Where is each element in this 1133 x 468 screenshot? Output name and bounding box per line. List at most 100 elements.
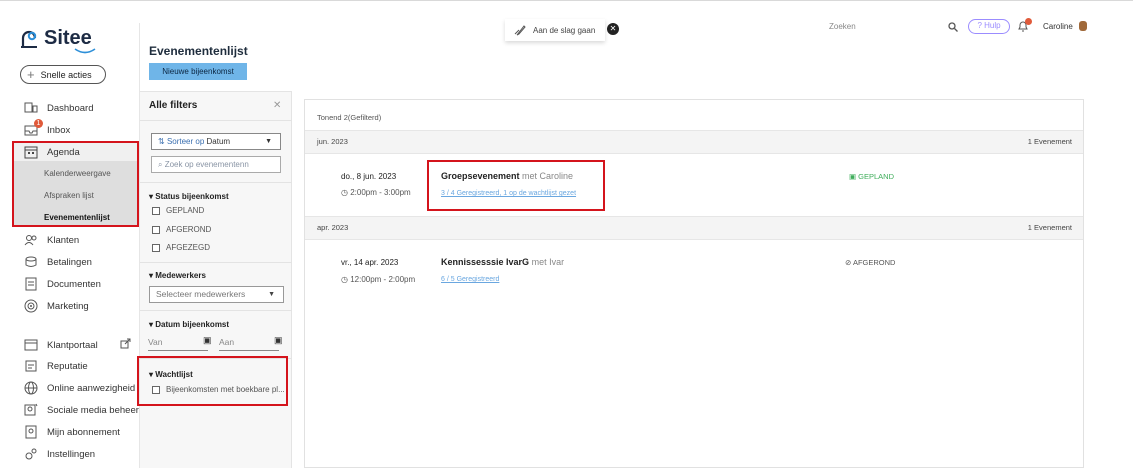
sidebar-item-client-portal[interactable]: Klantportaal <box>24 338 98 352</box>
event-time-label: 2:00pm - 3:00pm <box>350 188 411 197</box>
search-icon[interactable] <box>948 22 958 32</box>
external-link-icon[interactable] <box>120 338 131 349</box>
chevron-down-icon: ▼ <box>268 291 275 298</box>
highlight-agenda <box>12 141 139 227</box>
status-label: AFGEROND <box>852 258 896 267</box>
date-title-label: Datum bijeenkomst <box>155 320 230 329</box>
subscription-icon <box>25 425 37 439</box>
sidebar-item-marketing[interactable]: Marketing <box>24 299 89 313</box>
target-icon <box>24 299 38 313</box>
onboarding-button[interactable]: Aan de slag gaan <box>505 19 605 41</box>
logo-smile-icon <box>74 48 96 54</box>
status-checkbox-completed[interactable]: AFGEROND <box>152 225 211 234</box>
new-meeting-button[interactable]: Nieuwe bijeenkomst <box>149 63 247 80</box>
checkbox-label: AFGEZEGD <box>166 243 211 252</box>
month-count: 1 Evenement <box>1027 137 1072 146</box>
logo[interactable]: Sitee <box>20 27 92 50</box>
divider <box>140 120 292 121</box>
highlight-event <box>427 160 605 211</box>
divider <box>140 310 292 311</box>
event-time-label: 12:00pm - 2:00pm <box>350 275 416 284</box>
sidebar-item-label: Sociale media beheer <box>47 404 139 416</box>
calendar-icon[interactable]: ▣ <box>274 335 283 346</box>
employees-select[interactable]: Selecteer medewerkers ▼ <box>149 286 284 303</box>
employees-filter-title[interactable]: ▾ Medewerkers <box>149 271 206 280</box>
event-search-input[interactable]: ⌕ Zoek op evenementenn <box>151 156 281 173</box>
sidebar-item-inbox[interactable]: Inbox <box>24 123 70 137</box>
sidebar-item-social-media[interactable]: Sociale media beheer <box>24 403 139 417</box>
checkbox[interactable] <box>152 225 160 234</box>
sidebar-item-dashboard[interactable]: Dashboard <box>24 101 93 115</box>
checkbox-label: AFGEROND <box>166 225 212 234</box>
event-date: do., 8 jun. 2023 <box>341 172 397 181</box>
clock-icon: ◷ <box>341 188 351 197</box>
month-label: jun. 2023 <box>317 137 348 146</box>
sidebar-item-online-presence[interactable]: Online aanwezigheid <box>24 381 135 395</box>
portal-icon <box>24 339 38 351</box>
sidebar-item-label: Betalingen <box>47 256 92 268</box>
event-search-placeholder: Zoek op evenementenn <box>164 160 249 169</box>
status-filter-title[interactable]: ▾ Status bijeenkomst <box>149 192 229 201</box>
highlight-waitlist <box>137 356 288 406</box>
date-from-input[interactable]: Van <box>148 337 208 351</box>
users-icon <box>24 235 37 246</box>
sidebar-item-reputation[interactable]: Reputatie <box>24 359 88 373</box>
status-label: GEPLAND <box>858 172 895 181</box>
month-count: 1 Evenement <box>1027 223 1072 232</box>
sidebar-item-label: Instellingen <box>47 448 96 460</box>
filters-title: Alle filters <box>149 100 198 111</box>
sidebar-item-settings[interactable]: Instellingen <box>24 447 95 461</box>
reputation-icon <box>25 360 37 372</box>
month-label: apr. 2023 <box>317 223 349 232</box>
check-circle-icon: ⊘ <box>845 258 853 267</box>
sidebar: Sitee + Snelle acties Dashboard Inbox 1 … <box>0 1 139 468</box>
status-checkbox-cancelled[interactable]: AFGEZEGD <box>152 243 210 252</box>
inbox-badge: 1 <box>34 119 43 128</box>
status-title-label: Status bijeenkomst <box>155 192 229 201</box>
checkbox[interactable] <box>152 206 160 215</box>
globe-icon <box>24 381 38 395</box>
close-icon[interactable]: ✕ <box>273 100 281 111</box>
sidebar-item-label: Mijn abonnement <box>47 426 120 438</box>
sidebar-item-label: Documenten <box>47 278 101 290</box>
month-header: jun. 2023 1 Evenement <box>305 130 1083 154</box>
onboarding-label: Aan de slag gaan <box>533 25 596 35</box>
avatar[interactable] <box>1079 21 1087 31</box>
sidebar-item-subscription[interactable]: Mijn abonnement <box>24 425 120 439</box>
sort-icon: ⇅ <box>158 137 167 146</box>
checkbox[interactable] <box>152 243 160 252</box>
document-icon <box>25 277 37 291</box>
date-filter-title[interactable]: ▾ Datum bijeenkomst <box>149 320 229 329</box>
sidebar-item-documents[interactable]: Documenten <box>24 277 101 291</box>
user-name[interactable]: Caroline <box>1043 22 1073 31</box>
calendar-icon[interactable]: ▣ <box>203 335 212 346</box>
sidebar-item-label: Dashboard <box>47 102 94 114</box>
event-time: ◷ 12:00pm - 2:00pm <box>341 275 415 284</box>
status-checkbox-planned[interactable]: GEPLAND <box>152 206 204 215</box>
sidebar-item-label: Klanten <box>47 234 80 246</box>
sidebar-item-payments[interactable]: Betalingen <box>24 255 92 269</box>
search-input[interactable]: Zoeken <box>829 22 856 31</box>
divider <box>140 182 292 183</box>
date-to-input[interactable]: Aan <box>219 337 279 351</box>
event-title[interactable]: Kennissesssie IvarG met Ivar <box>441 257 564 267</box>
employees-title-label: Medewerkers <box>155 271 206 280</box>
close-icon[interactable]: ✕ <box>607 23 619 35</box>
registration-link[interactable]: 6 / 5 Geregistreerd <box>441 276 499 283</box>
result-count: Tonend 2(Gefilterd) <box>317 113 382 122</box>
plus-icon: + <box>27 67 35 82</box>
divider <box>140 262 292 263</box>
search-icon: ⌕ <box>158 160 165 169</box>
quick-actions-button[interactable]: + Snelle acties <box>20 65 106 84</box>
help-button[interactable]: ? Hulp <box>968 19 1010 34</box>
rocket-icon <box>514 25 526 36</box>
coins-icon <box>25 256 37 267</box>
page-title: Evenementenlijst <box>149 44 248 58</box>
sort-prefix: Sorteer op <box>166 137 205 146</box>
event-name: Kennissesssie IvarG <box>441 257 530 267</box>
gear-icon <box>25 448 37 460</box>
employees-placeholder: Selecteer medewerkers <box>156 289 246 299</box>
sort-select[interactable]: ⇅ Sorteer op Datum ▼ <box>151 133 281 150</box>
sidebar-item-clients[interactable]: Klanten <box>24 233 79 247</box>
sidebar-item-label: Klantportaal <box>47 339 98 351</box>
